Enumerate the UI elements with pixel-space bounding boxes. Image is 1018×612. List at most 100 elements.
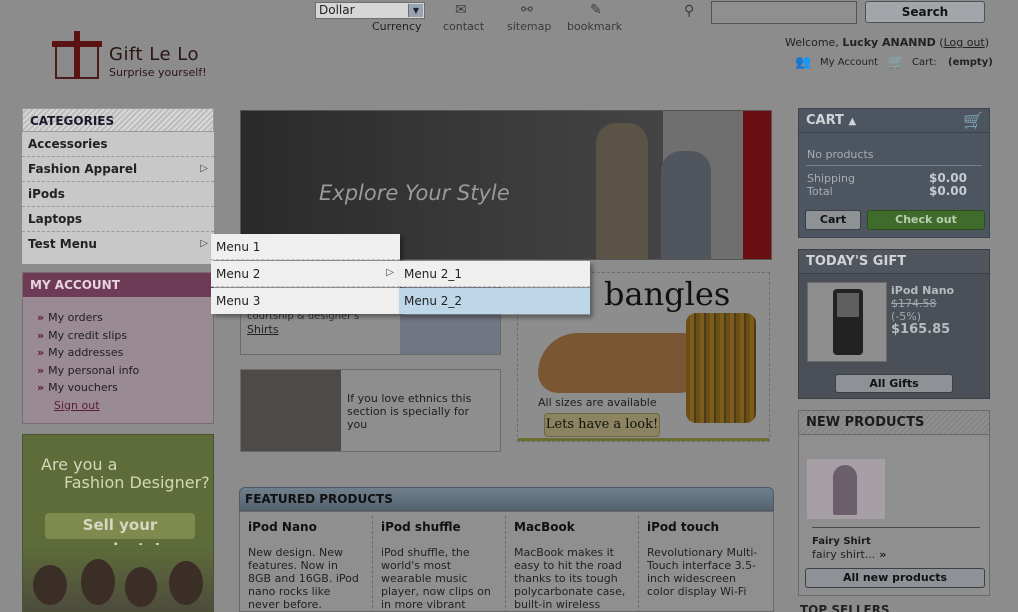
cart-icon[interactable]: 🛒 bbox=[888, 55, 904, 70]
designer-promo-banner[interactable]: Are you a Fashion Designer? Sell your pr… bbox=[22, 434, 214, 612]
menu-item-2[interactable]: Menu 2 ▷ bbox=[211, 261, 400, 287]
new-products-title: NEW PRODUCTS bbox=[799, 411, 989, 435]
logo-title[interactable]: Gift Le Lo bbox=[109, 44, 199, 65]
menu-item-3[interactable]: Menu 3 bbox=[211, 288, 400, 314]
menu-item-2-2[interactable]: Menu 2_2 bbox=[399, 288, 590, 314]
cart-button[interactable]: Cart bbox=[805, 210, 861, 230]
cart-title: CART bbox=[806, 113, 844, 128]
currency-select[interactable]: Dollar ▼ bbox=[315, 2, 425, 19]
sitemap-icon[interactable]: ⚯ bbox=[521, 2, 533, 18]
welcome-prefix: Welcome, bbox=[785, 36, 839, 49]
top-sellers-title: TOP SELLERS bbox=[800, 602, 990, 612]
shipping-label: Shipping bbox=[807, 172, 855, 185]
search-icon: ⚲ bbox=[684, 3, 695, 19]
double-chevron-icon: » bbox=[37, 311, 45, 324]
gift-price: $165.85 bbox=[891, 322, 951, 337]
ethnic-promo[interactable]: If you love ethnics this section is spec… bbox=[240, 369, 501, 452]
banner-red-bar bbox=[743, 111, 771, 259]
cart-header[interactable]: CART ▲ 🛒 bbox=[799, 109, 989, 133]
my-credit-slips-link[interactable]: » My credit slips bbox=[37, 329, 213, 347]
sign-out-link[interactable]: Sign out bbox=[37, 399, 213, 412]
menu-2-submenu: Menu 2_1 Menu 2_2 bbox=[399, 261, 590, 315]
top-sellers-label: TOP SELLERS bbox=[800, 603, 890, 612]
featured-product[interactable]: MacBook MacBook makes it easy to hit the… bbox=[506, 516, 639, 612]
link-label: My personal info bbox=[48, 363, 140, 377]
menu-item-2-1[interactable]: Menu 2_1 bbox=[399, 261, 590, 287]
product-name[interactable]: iPod touch bbox=[647, 520, 764, 534]
double-chevron-icon[interactable]: » bbox=[879, 548, 886, 561]
gift-product-name[interactable]: iPod Nano bbox=[891, 284, 954, 297]
new-product-image[interactable] bbox=[807, 459, 885, 519]
menu-item-1[interactable]: Menu 1 bbox=[211, 234, 400, 260]
test-menu-dropdown: Menu 1 Menu 2 ▷ Menu 3 bbox=[211, 234, 400, 314]
bookmark-link[interactable]: bookmark bbox=[567, 20, 622, 33]
link-label: My orders bbox=[48, 311, 103, 324]
all-new-products-button[interactable]: All new products bbox=[805, 568, 985, 588]
product-name[interactable]: iPod Nano bbox=[248, 520, 364, 534]
welcome-text: Welcome, Lucky ANANND (Log out) bbox=[785, 36, 990, 49]
menu-label: Menu 2_2 bbox=[404, 294, 463, 308]
featured-product[interactable]: iPod touch Revolutionary Multi-Touch int… bbox=[639, 516, 772, 612]
bookmark-icon[interactable]: ✎ bbox=[590, 2, 602, 18]
new-product-desc-text: fairy shirt... bbox=[812, 548, 876, 561]
promo-line1: Are you a bbox=[41, 455, 118, 474]
search-button[interactable]: Search bbox=[865, 1, 985, 23]
category-fashion-apparel[interactable]: Fashion Apparel ▷ bbox=[22, 157, 214, 182]
gift-product-image[interactable] bbox=[807, 282, 887, 362]
my-orders-link[interactable]: » My orders bbox=[37, 311, 213, 329]
todays-gift-block: TODAY'S GIFT iPod Nano $174.58 (-5%) $16… bbox=[798, 249, 990, 399]
promo-people-image bbox=[23, 545, 213, 611]
submenu-arrow-icon: ▷ bbox=[200, 163, 208, 174]
product-desc: MacBook makes it easy to hit the road th… bbox=[514, 546, 626, 611]
new-products-divider bbox=[812, 527, 980, 528]
envelope-icon[interactable]: ✉ bbox=[455, 2, 467, 18]
category-accessories[interactable]: Accessories bbox=[22, 132, 214, 157]
product-name[interactable]: MacBook bbox=[514, 520, 630, 534]
categories-title: CATEGORIES bbox=[22, 108, 214, 132]
cart-label: Cart: bbox=[912, 57, 937, 68]
menu-label: Menu 1 bbox=[216, 240, 261, 254]
product-desc: iPod shuffle, the world's most wearable … bbox=[381, 546, 491, 611]
featured-product[interactable]: iPod Nano New design. New features. Now … bbox=[240, 516, 373, 612]
category-test-menu[interactable]: Test Menu ▷ bbox=[22, 232, 214, 257]
link-label: My credit slips bbox=[48, 328, 128, 342]
my-personal-info-link[interactable]: » My personal info bbox=[37, 364, 213, 382]
banner-kid-image bbox=[596, 123, 648, 259]
category-label: Test Menu bbox=[28, 237, 97, 251]
double-chevron-icon: » bbox=[37, 328, 45, 342]
banner-text: Explore Your Style bbox=[319, 181, 510, 205]
page: Dollar ▼ Currency ✉ contact ⚯ sitemap ✎ … bbox=[0, 0, 1018, 612]
my-account-link[interactable]: My Account bbox=[820, 57, 878, 68]
contact-link[interactable]: contact bbox=[443, 20, 484, 33]
my-account-block: MY ACCOUNT » My orders » My credit slips »… bbox=[22, 272, 214, 424]
category-ipods[interactable]: iPods bbox=[22, 182, 214, 207]
new-product-name[interactable]: Fairy Shirt bbox=[812, 536, 871, 547]
logo-gift-icon[interactable] bbox=[52, 27, 102, 80]
cart-icon: 🛒 bbox=[963, 111, 983, 130]
double-chevron-icon: » bbox=[37, 363, 45, 377]
cart-no-products: No products bbox=[807, 148, 874, 161]
product-name[interactable]: iPod shuffle bbox=[381, 520, 497, 534]
my-addresses-link[interactable]: » My addresses bbox=[37, 346, 213, 364]
shirts-link[interactable]: Shirts bbox=[247, 323, 279, 336]
sitemap-link[interactable]: sitemap bbox=[507, 20, 551, 33]
bangles-sizes-text: All sizes are available bbox=[538, 396, 657, 409]
category-label: Accessories bbox=[28, 137, 108, 151]
featured-product[interactable]: iPod shuffle iPod shuffle, the world's m… bbox=[373, 516, 506, 612]
featured-products-title: FEATURED PRODUCTS bbox=[239, 487, 774, 511]
all-gifts-button[interactable]: All Gifts bbox=[835, 374, 953, 393]
bangles-hand-image bbox=[538, 333, 708, 393]
checkout-button[interactable]: Check out bbox=[867, 210, 985, 230]
promo-line2: Fashion Designer? bbox=[64, 473, 210, 492]
my-vouchers-link[interactable]: » My vouchers bbox=[37, 381, 213, 399]
user-account-icon[interactable]: 👥 bbox=[795, 55, 811, 70]
collapse-icon[interactable]: ▲ bbox=[848, 116, 856, 127]
bangles-look-button[interactable]: Lets have a look! bbox=[544, 413, 660, 437]
logout-link[interactable]: Log out bbox=[944, 36, 985, 49]
cart-divider bbox=[806, 165, 982, 166]
search-input[interactable] bbox=[711, 1, 857, 24]
category-laptops[interactable]: Laptops bbox=[22, 207, 214, 232]
sell-products-button[interactable]: Sell your products! bbox=[45, 513, 195, 558]
bangles-image bbox=[686, 313, 756, 423]
ethnic-text: If you love ethnics this section is spec… bbox=[347, 392, 472, 431]
